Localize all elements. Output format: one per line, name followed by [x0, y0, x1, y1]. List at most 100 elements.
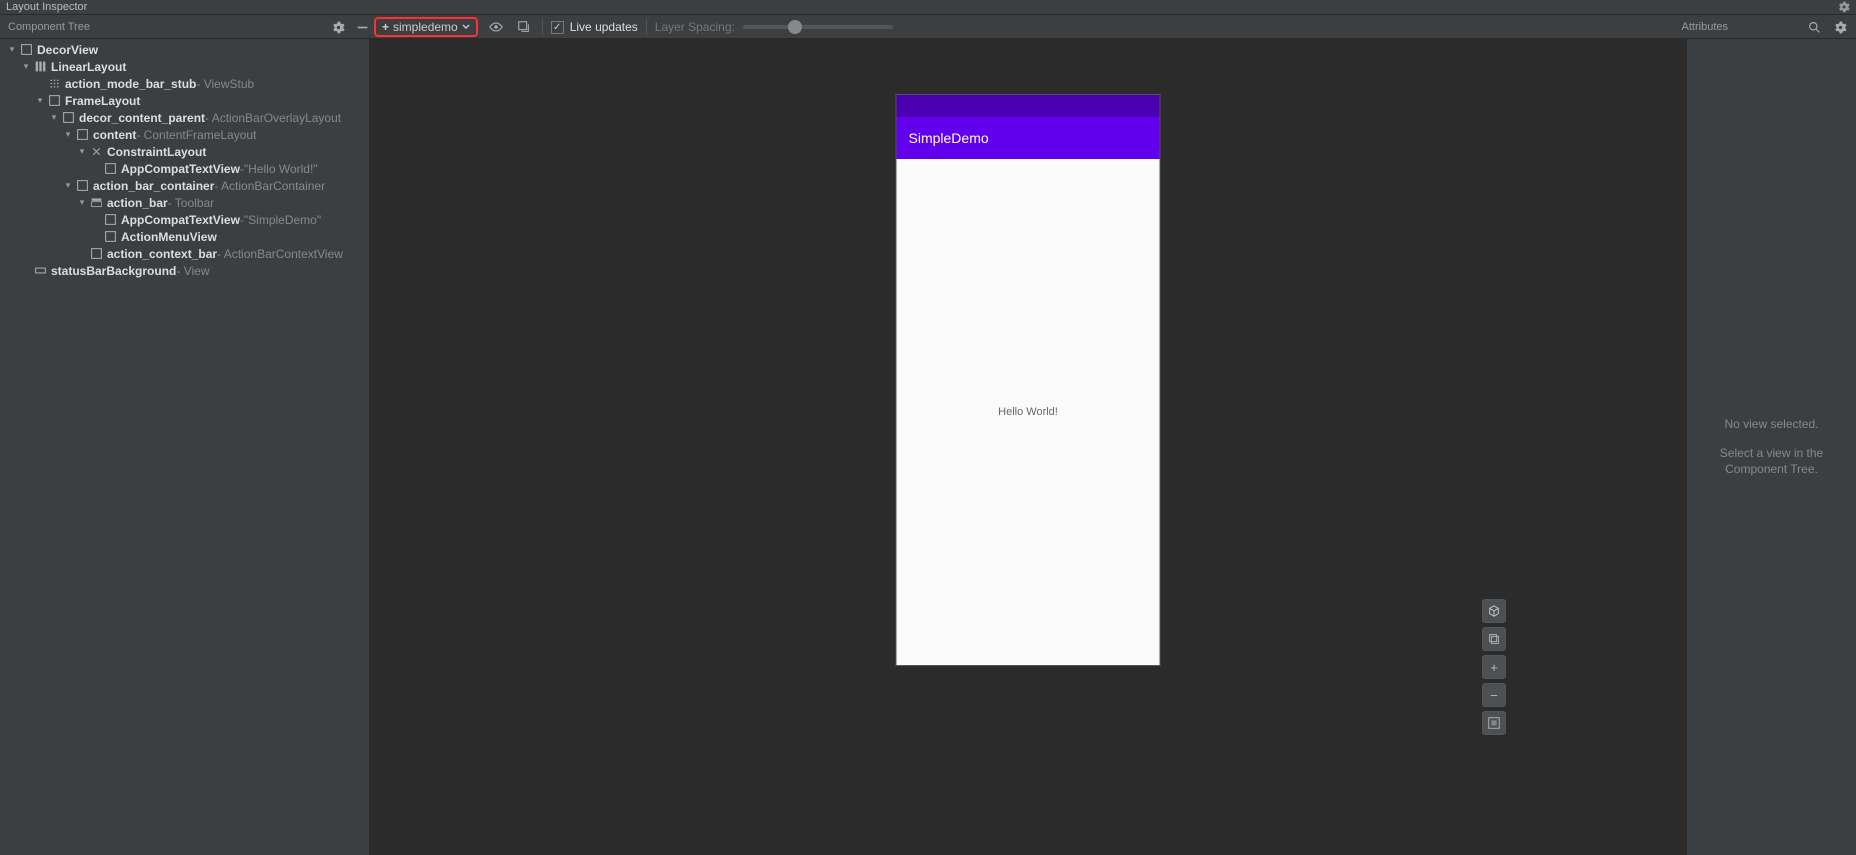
mode-3d-button[interactable] — [1482, 599, 1506, 623]
tree-row[interactable]: ▾LinearLayout — [0, 58, 369, 75]
tree-row[interactable]: ▾ FrameLayout — [0, 92, 369, 109]
linear-icon — [32, 60, 48, 73]
frame-icon — [102, 162, 118, 175]
tree-row[interactable]: action_mode_bar_stub - ViewStub — [0, 75, 369, 92]
tree-node-suffix: - ActionBarContainer — [214, 179, 325, 193]
rect-icon — [32, 264, 48, 277]
tree-toggle-icon[interactable]: ▾ — [76, 197, 88, 208]
select-hint-text: Select a view in the Component Tree. — [1699, 445, 1844, 479]
tree-node-name: FrameLayout — [65, 94, 140, 108]
layer-spacing-slider[interactable] — [743, 25, 893, 29]
eye-icon[interactable] — [486, 17, 506, 37]
main-area: ▾DecorView▾LinearLayoutaction_mode_bar_s… — [0, 39, 1856, 855]
app-name: simpledemo — [393, 20, 458, 34]
title-gear-icon[interactable] — [1838, 1, 1850, 13]
tree-node-name: content — [93, 128, 136, 142]
zoom-in-button[interactable]: + — [1482, 655, 1506, 679]
tree-node-suffix: - ActionBarContextView — [217, 247, 343, 261]
device-preview[interactable]: SimpleDemo Hello World! — [896, 94, 1161, 666]
layers-button[interactable] — [1482, 627, 1506, 651]
tree-node-name: AppCompatTextView — [121, 162, 240, 176]
tree-node-name: action_bar — [107, 196, 168, 210]
tree-node-name: statusBarBackground — [51, 264, 176, 278]
toolbar-icon — [88, 196, 104, 209]
tree-node-name: action_bar_container — [93, 179, 214, 193]
layer-spacing-label: Layer Spacing: — [655, 20, 735, 34]
gear-icon[interactable] — [1830, 17, 1850, 37]
tree-toggle-icon[interactable]: ▾ — [34, 95, 46, 106]
frame-icon — [102, 213, 118, 226]
layout-canvas[interactable]: SimpleDemo Hello World! + − — [370, 39, 1686, 855]
canvas-controls: + − — [1482, 599, 1506, 735]
minimize-icon[interactable] — [352, 17, 372, 37]
divider — [542, 19, 543, 35]
tree-toggle-icon[interactable]: ▾ — [62, 129, 74, 140]
tree-node-text: "Hello World!" — [244, 162, 318, 176]
app-title: SimpleDemo — [909, 130, 989, 146]
frame-icon — [74, 179, 90, 192]
tree-row[interactable]: ▾ action_bar - Toolbar — [0, 194, 369, 211]
tree-node-suffix: - View — [176, 264, 209, 278]
tree-row[interactable]: statusBarBackground - View — [0, 262, 369, 279]
app-toolbar: SimpleDemo — [897, 117, 1160, 159]
tree-node-suffix: - ViewStub — [196, 77, 254, 91]
tree-node-text: "SimpleDemo" — [244, 213, 321, 227]
frame-icon — [18, 43, 34, 56]
tree-row[interactable]: ▾ action_bar_container - ActionBarContain… — [0, 177, 369, 194]
tree-node-name: DecorView — [37, 43, 98, 57]
hello-text: Hello World! — [998, 406, 1058, 418]
attributes-label: Attributes — [1682, 21, 1728, 33]
tree-row[interactable]: ActionMenuView — [0, 228, 369, 245]
frame-icon — [46, 94, 62, 107]
plus-icon: + — [382, 20, 389, 34]
search-icon[interactable] — [1804, 17, 1824, 37]
snapshot-icon[interactable] — [514, 17, 534, 37]
no-selection-text: No view selected. — [1724, 416, 1818, 433]
frame-icon — [88, 247, 104, 260]
tree-row[interactable]: ▾ DecorView — [0, 41, 369, 58]
tree-row[interactable]: ▾ content - ContentFrameLayout — [0, 126, 369, 143]
tree-node-name: action_mode_bar_stub — [65, 77, 196, 91]
tree-node-name: action_context_bar — [107, 247, 217, 261]
tree-toggle-icon[interactable]: ▾ — [20, 61, 32, 72]
live-updates-label: Live updates — [570, 20, 638, 34]
tree-row[interactable]: AppCompatTextView - "SimpleDemo" — [0, 211, 369, 228]
tree-row[interactable]: AppCompatTextView - "Hello World!" — [0, 160, 369, 177]
chevron-down-icon — [462, 23, 470, 31]
slider-thumb[interactable] — [788, 20, 802, 34]
tree-node-suffix: - Toolbar — [168, 196, 214, 210]
component-tree-panel[interactable]: ▾DecorView▾LinearLayoutaction_mode_bar_s… — [0, 39, 370, 855]
window-title-bar: Layout Inspector — [0, 0, 1856, 15]
app-body: Hello World! — [897, 159, 1160, 665]
tree-node-suffix: - ContentFrameLayout — [136, 128, 256, 142]
live-updates-checkbox[interactable]: ✓ Live updates — [551, 20, 638, 34]
gear-icon[interactable] — [328, 17, 348, 37]
zoom-out-button[interactable]: − — [1482, 683, 1506, 707]
status-bar — [897, 95, 1160, 117]
tree-toggle-icon[interactable]: ▾ — [6, 44, 18, 55]
tree-row[interactable]: action_context_bar - ActionBarContextVie… — [0, 245, 369, 262]
dots-icon — [46, 77, 62, 90]
checkbox-checked-icon: ✓ — [551, 21, 564, 34]
attributes-panel: No view selected. Select a view in the C… — [1686, 39, 1856, 855]
tree-node-name: decor_content_parent — [79, 111, 205, 125]
tree-toggle-icon[interactable]: ▾ — [62, 180, 74, 191]
tree-node-suffix: - ActionBarOverlayLayout — [205, 111, 341, 125]
divider — [646, 19, 647, 35]
frame-icon — [74, 128, 90, 141]
zoom-fit-button[interactable] — [1482, 711, 1506, 735]
window-title: Layout Inspector — [6, 1, 87, 13]
tree-toggle-icon[interactable]: ▾ — [48, 112, 60, 123]
tree-toggle-icon[interactable]: ▾ — [76, 146, 88, 157]
tree-node-name: ActionMenuView — [121, 230, 217, 244]
frame-icon — [60, 111, 76, 124]
component-tree-label: Component Tree — [0, 21, 98, 33]
tree-row[interactable]: ▾ ConstraintLayout — [0, 143, 369, 160]
tree-node-name: AppCompatTextView — [121, 213, 240, 227]
tree-row[interactable]: ▾ decor_content_parent - ActionBarOverlay… — [0, 109, 369, 126]
tree-node-name: ConstraintLayout — [107, 145, 206, 159]
constraint-icon — [88, 145, 104, 158]
frame-icon — [102, 230, 118, 243]
toolbar: Component Tree + simpledemo ✓ Live updat… — [0, 15, 1856, 39]
app-selector-dropdown[interactable]: + simpledemo — [374, 17, 478, 37]
